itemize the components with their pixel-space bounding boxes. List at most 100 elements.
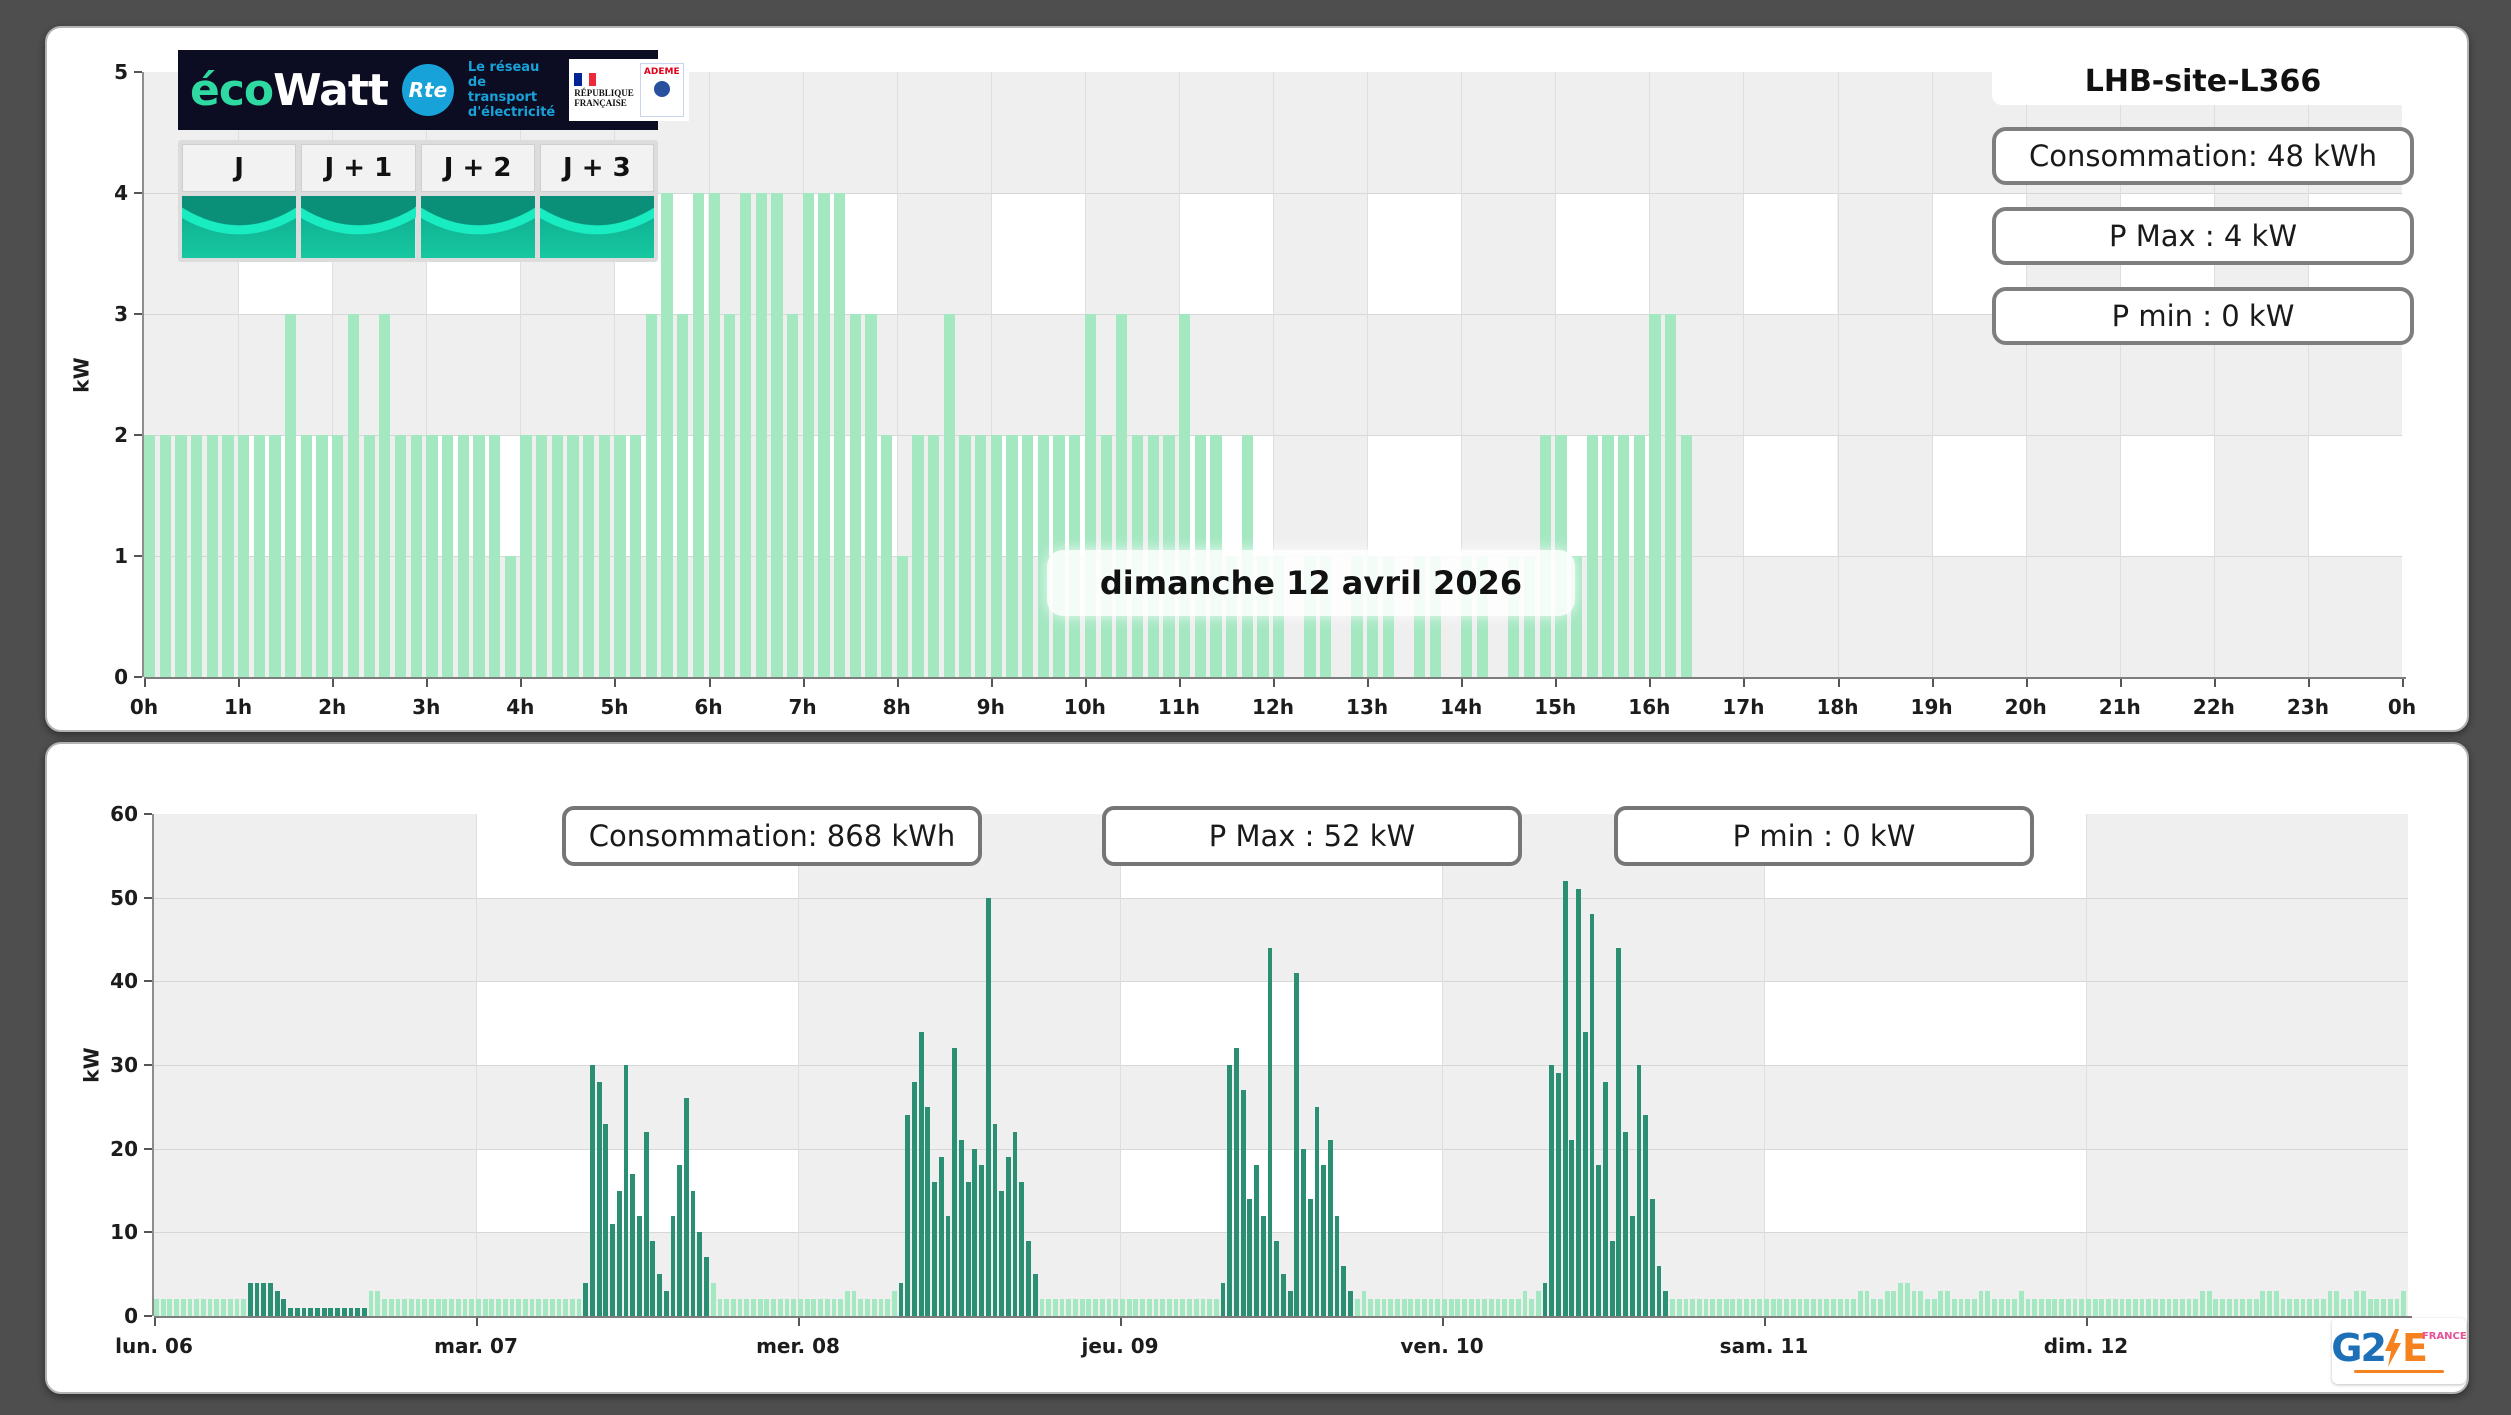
bar <box>1586 435 1598 677</box>
day-button-j1[interactable]: J + 1 <box>301 144 416 192</box>
bar <box>1576 889 1581 1316</box>
gauge-j2-icon[interactable] <box>420 196 535 258</box>
bar <box>2079 1299 2085 1316</box>
bar <box>1884 1290 1890 1316</box>
bar <box>1126 1299 1132 1316</box>
bar <box>724 1299 730 1316</box>
bar <box>488 435 501 677</box>
bar <box>1019 1182 1025 1316</box>
bar <box>596 1081 602 1316</box>
v-gridline <box>1442 814 1443 1316</box>
bar <box>1455 1299 1461 1316</box>
x-tick <box>798 1318 800 1326</box>
bar <box>1294 972 1300 1316</box>
bar <box>1665 314 1677 677</box>
bar <box>1220 1282 1226 1316</box>
x-tick <box>1837 679 1840 687</box>
bar <box>985 897 991 1316</box>
bar <box>1120 1299 1125 1316</box>
bar <box>844 1290 850 1316</box>
bar <box>858 1299 864 1316</box>
bar <box>2112 1299 2118 1316</box>
stat-text: Consommation: 48 kWh <box>2029 139 2377 173</box>
bar <box>802 193 814 677</box>
bar <box>896 556 908 677</box>
bar <box>449 1299 454 1316</box>
v-gridline <box>798 814 799 1316</box>
h-gridline <box>154 1232 2408 1234</box>
bar <box>1381 1299 1387 1316</box>
bar <box>576 1299 582 1316</box>
bar <box>1616 947 1622 1316</box>
y-tick <box>144 1147 152 1150</box>
bar <box>2032 1299 2038 1316</box>
x-tick <box>1743 679 1746 687</box>
x-tick-label: sam. 11 <box>1719 1334 1809 1358</box>
bar <box>1234 1048 1239 1316</box>
bar <box>2240 1299 2246 1316</box>
bar <box>1193 1299 1199 1316</box>
bar <box>422 1299 428 1316</box>
day-button-j[interactable]: J <box>182 144 297 192</box>
bar <box>2052 1299 2058 1316</box>
v-gridline <box>1764 814 1765 1316</box>
bar <box>502 1299 508 1316</box>
bar <box>1925 1299 1930 1316</box>
bar <box>2300 1299 2306 1316</box>
bar <box>849 314 861 677</box>
bar <box>1166 1299 1172 1316</box>
bar <box>1287 1290 1293 1316</box>
bar <box>1086 1299 1092 1316</box>
x-tick-label: 20h <box>2004 695 2047 719</box>
bar <box>2381 1299 2386 1316</box>
bar <box>1676 1299 1682 1316</box>
bar <box>1140 1299 1145 1316</box>
bar <box>1723 1299 1729 1316</box>
bar <box>1777 1299 1783 1316</box>
bar <box>2394 1299 2400 1316</box>
bar <box>1274 1240 1280 1316</box>
bar <box>268 1282 273 1316</box>
bar <box>2086 1299 2091 1316</box>
day-button-j3[interactable]: J + 3 <box>539 144 654 192</box>
bar <box>2327 1290 2333 1316</box>
x-tick-label: ven. 10 <box>1400 1334 1484 1358</box>
bar <box>1133 1299 1139 1316</box>
bar <box>1603 1081 1608 1316</box>
day-button-j2[interactable]: J + 2 <box>420 144 535 192</box>
bar <box>516 1299 522 1316</box>
bar <box>238 435 250 677</box>
bar <box>2025 1299 2031 1316</box>
gauge-j-icon[interactable] <box>182 196 297 258</box>
bar <box>1589 914 1595 1316</box>
bar <box>1529 1299 1535 1316</box>
bar <box>214 1299 220 1316</box>
bar <box>1178 314 1191 677</box>
bar <box>2166 1299 2172 1316</box>
x-tick <box>1649 679 1652 687</box>
bar <box>281 1299 287 1316</box>
gauge-j1-icon[interactable] <box>301 196 416 258</box>
bar <box>543 1299 548 1316</box>
bar <box>959 1140 964 1316</box>
bar <box>771 193 783 677</box>
bar <box>771 1299 776 1316</box>
bar <box>975 435 987 677</box>
bar <box>757 1299 763 1316</box>
bar <box>1831 1299 1836 1316</box>
bar <box>567 435 579 677</box>
ecowatt-days-widget: J J + 1 J + 2 J + 3 <box>178 140 658 262</box>
bar <box>1495 1299 1501 1316</box>
bar <box>1535 1290 1541 1316</box>
bar <box>1804 1299 1810 1316</box>
gauge-j3-icon[interactable] <box>539 196 654 258</box>
bar <box>1515 1299 1521 1316</box>
bar <box>473 435 485 677</box>
bar <box>786 314 799 677</box>
bar <box>1596 1165 1602 1316</box>
bar <box>1361 1290 1367 1316</box>
bar <box>1703 1299 1709 1316</box>
bar <box>300 435 313 677</box>
bar <box>1314 1106 1320 1316</box>
h-gridline <box>154 1065 2408 1066</box>
